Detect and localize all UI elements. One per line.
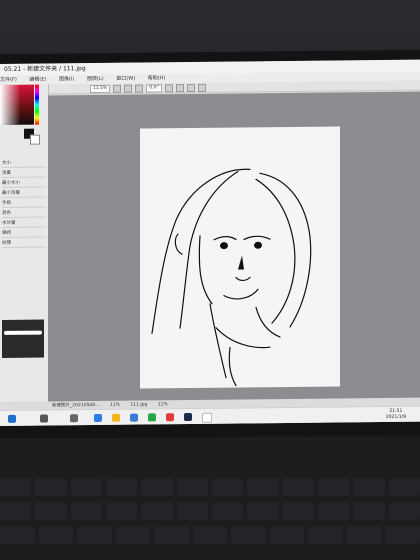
angle-field[interactable]: 0.0°	[146, 83, 162, 92]
drawing-canvas[interactable]	[140, 126, 340, 389]
file-tab-2-zoom: 11%	[157, 402, 168, 408]
search-icon[interactable]	[40, 414, 48, 423]
menu-edit[interactable]: 编辑(E)	[29, 77, 46, 83]
file-explorer-icon[interactable]	[112, 413, 120, 422]
task-view-icon[interactable]	[70, 414, 78, 423]
hue-slider[interactable]	[35, 84, 39, 125]
app-icon[interactable]	[166, 413, 174, 422]
rotate-left-button[interactable]	[164, 83, 173, 92]
window-title: 05.21 - 新建文件夹 / 111.jpg	[4, 65, 86, 73]
clock-date: 2021/1/9	[385, 414, 406, 420]
store-icon[interactable]	[130, 413, 138, 422]
color-picker[interactable]	[0, 84, 34, 125]
prop-label-size: 大小	[2, 160, 11, 166]
brush-stroke-sample	[4, 330, 42, 335]
wechat-icon[interactable]	[148, 413, 156, 422]
menu-image[interactable]: 图像(I)	[59, 76, 74, 82]
flip-button[interactable]	[197, 83, 206, 92]
zoom-fit-button[interactable]	[135, 83, 144, 93]
brush-preview	[2, 319, 44, 358]
nose	[238, 255, 244, 270]
zoom-field[interactable]: 11.5%	[90, 84, 111, 93]
rotate-right-button[interactable]	[175, 83, 184, 92]
key-row	[0, 502, 420, 520]
system-clock[interactable]: 21:51 2021/1/9	[386, 409, 406, 421]
prop-label-texture: 纹理	[2, 240, 11, 246]
prop-label-finger: 手指	[2, 200, 11, 206]
menu-file[interactable]: 文件(F)	[0, 77, 17, 83]
menu-layer[interactable]: 图层(L)	[87, 76, 104, 82]
menu-help[interactable]: 帮助(H)	[148, 75, 166, 81]
file-tab-1[interactable]: 新建图片_20210508...	[52, 403, 99, 408]
key-row	[0, 478, 420, 496]
prop-label-density: 浓度	[2, 170, 11, 176]
prop-label-min-size: 最小大小	[2, 180, 20, 186]
laptop-keyboard	[0, 438, 420, 560]
edge-icon[interactable]	[94, 413, 102, 423]
right-eye	[254, 241, 262, 249]
rotate-reset-button[interactable]	[186, 83, 195, 92]
canvas-viewport[interactable]	[48, 91, 420, 418]
prop-label-water: 水分量	[2, 220, 16, 226]
paint-tool-icon[interactable]	[202, 412, 212, 423]
portrait-lineart	[151, 168, 312, 387]
prop-label-blend: 混色	[2, 210, 11, 216]
background-color-swatch[interactable]	[30, 134, 40, 145]
menu-window[interactable]: 窗口(W)	[116, 76, 135, 82]
prop-label-keep: 保持	[2, 230, 11, 236]
file-tab-2[interactable]: 111.jpg	[130, 402, 147, 407]
file-tab-1-zoom: 11%	[109, 402, 120, 408]
key-row	[0, 526, 420, 544]
left-eye	[220, 242, 228, 250]
start-icon[interactable]	[8, 414, 16, 423]
prop-label-min-density: 最小浓度	[2, 190, 20, 196]
monitor-screen: 05.21 - 新建文件夹 / 111.jpg 文件(F) 编辑(E) 图像(I…	[0, 59, 420, 426]
zoom-out-button[interactable]	[124, 84, 133, 93]
zoom-in-button[interactable]	[113, 84, 122, 93]
tool-panel: 大小 浓度 最小大小 最小浓度 手指 混色 水分量 保持 纹理	[0, 84, 49, 426]
photoshop-icon[interactable]	[184, 412, 192, 422]
